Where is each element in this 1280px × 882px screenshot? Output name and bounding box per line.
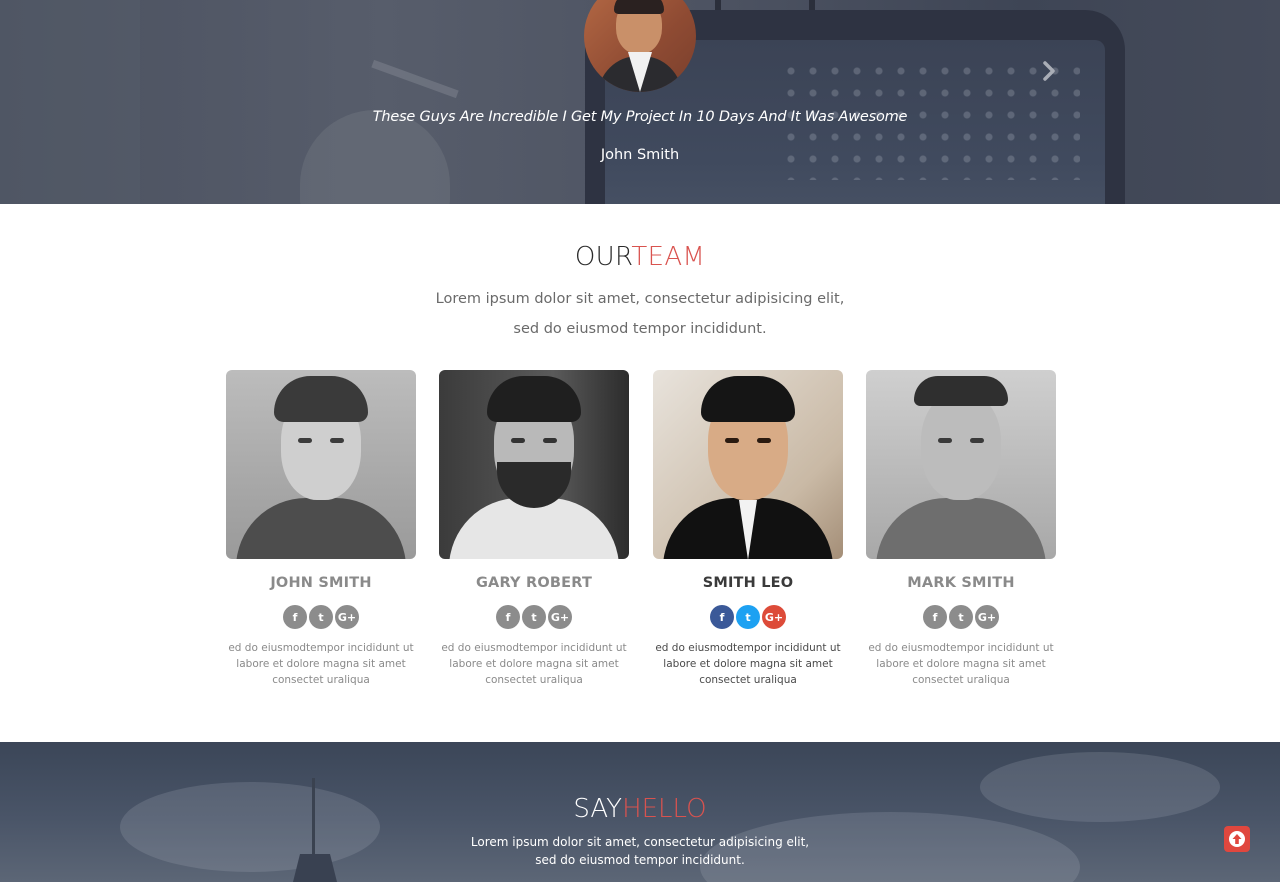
member-name: JOHN SMITH — [270, 575, 372, 591]
team-member-card: MARK SMITH f t G+ ed do eiusmodtempor in… — [866, 370, 1056, 688]
team-member-card: GARY ROBERT f t G+ ed do eiusmodtempor i… — [439, 370, 629, 688]
background-lamp-arm — [371, 59, 459, 99]
contact-subtitle: Lorem ipsum dolor sit amet, consectetur … — [0, 833, 1280, 869]
chevron-right-icon[interactable] — [1036, 56, 1062, 86]
member-social-links: f t G+ — [439, 605, 629, 629]
team-subtitle: Lorem ipsum dolor sit amet, consectetur … — [0, 284, 1280, 344]
contact-title-accent: HELLO — [622, 794, 707, 824]
facebook-icon[interactable]: f — [710, 605, 734, 629]
twitter-icon[interactable]: t — [736, 605, 760, 629]
member-photo[interactable] — [653, 370, 843, 559]
testimonial-author: John Smith — [600, 147, 680, 163]
member-social-links: f t G+ — [653, 605, 843, 629]
member-description: ed do eiusmodtempor incididunt ut labore… — [868, 642, 1054, 686]
team-section: OURTEAM Lorem ipsum dolor sit amet, cons… — [0, 204, 1280, 742]
team-title-main: OUR — [574, 242, 632, 272]
contact-subtitle-line-2: sed do eiusmod tempor incididunt. — [535, 853, 745, 867]
member-description: ed do eiusmodtempor incididunt ut labore… — [655, 642, 841, 686]
team-member-card: SMITH LEO f t G+ ed do eiusmodtempor inc… — [653, 370, 843, 688]
member-name: MARK SMITH — [907, 575, 1015, 591]
twitter-icon[interactable]: t — [522, 605, 546, 629]
team-title: OURTEAM — [0, 242, 1280, 272]
member-description: ed do eiusmodtempor incididunt ut labore… — [441, 642, 627, 686]
contact-subtitle-line-1: Lorem ipsum dolor sit amet, consectetur … — [470, 835, 810, 849]
member-name: GARY ROBERT — [475, 575, 593, 591]
team-subtitle-line-2: sed do eiusmod tempor incididunt. — [513, 321, 767, 337]
google-plus-icon[interactable]: G+ — [548, 605, 572, 629]
google-plus-icon[interactable]: G+ — [975, 605, 999, 629]
member-social-links: f t G+ — [866, 605, 1056, 629]
facebook-icon[interactable]: f — [923, 605, 947, 629]
twitter-icon[interactable]: t — [949, 605, 973, 629]
member-name: SMITH LEO — [702, 575, 794, 591]
member-photo[interactable] — [226, 370, 416, 559]
facebook-icon[interactable]: f — [283, 605, 307, 629]
testimonial-section: These Guys Are Incredible I Get My Proje… — [0, 0, 1280, 204]
facebook-icon[interactable]: f — [496, 605, 520, 629]
scroll-to-top-button[interactable] — [1224, 826, 1250, 852]
contact-section: SAYHELLO Lorem ipsum dolor sit amet, con… — [0, 742, 1280, 882]
member-photo[interactable] — [439, 370, 629, 559]
team-member-card: JOHN SMITH f t G+ ed do eiusmodtempor in… — [226, 370, 416, 688]
google-plus-icon[interactable]: G+ — [762, 605, 786, 629]
member-social-links: f t G+ — [226, 605, 416, 629]
google-plus-icon[interactable]: G+ — [335, 605, 359, 629]
contact-title: SAYHELLO — [0, 794, 1280, 824]
team-subtitle-line-1: Lorem ipsum dolor sit amet, consectetur … — [435, 291, 845, 307]
team-title-accent: TEAM — [631, 242, 706, 272]
twitter-icon[interactable]: t — [309, 605, 333, 629]
member-photo[interactable] — [866, 370, 1056, 559]
contact-title-main: SAY — [573, 794, 623, 824]
background-wall — [0, 0, 140, 204]
testimonial-quote: These Guys Are Incredible I Get My Proje… — [372, 109, 908, 125]
arrow-up-icon — [1229, 831, 1245, 847]
member-description: ed do eiusmodtempor incididunt ut labore… — [228, 642, 414, 686]
